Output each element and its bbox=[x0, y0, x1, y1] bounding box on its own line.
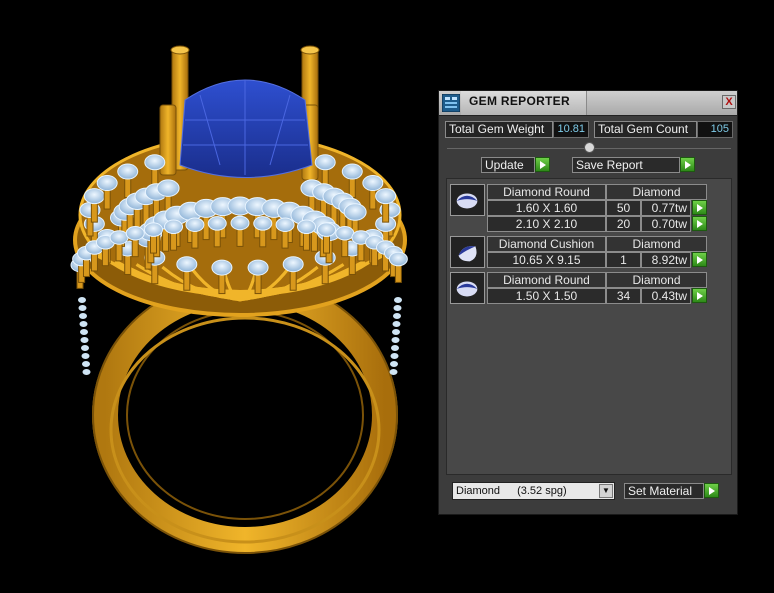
pave-diamond bbox=[79, 313, 87, 319]
gem-size: 1.60 X 1.60 bbox=[487, 200, 606, 216]
panel-title: GEM REPORTER bbox=[469, 94, 570, 108]
gem-type: Diamond Cushion bbox=[487, 236, 606, 252]
play-arrow-icon[interactable] bbox=[535, 157, 550, 172]
halo-diamond bbox=[207, 216, 227, 231]
gem-weight: 0.77tw bbox=[641, 200, 691, 216]
halo-diamond bbox=[185, 217, 205, 232]
set-material-button[interactable]: Set Material bbox=[624, 483, 704, 499]
pave-diamond bbox=[82, 361, 90, 367]
halo-diamond bbox=[156, 179, 180, 197]
gem-size: 10.65 X 9.15 bbox=[487, 252, 606, 268]
pave-diamond bbox=[80, 329, 88, 335]
halo-diamond bbox=[211, 259, 233, 276]
play-arrow-icon[interactable] bbox=[704, 483, 719, 498]
halo-diamond bbox=[375, 188, 397, 205]
close-icon[interactable]: X bbox=[722, 95, 736, 109]
center-stone bbox=[179, 79, 313, 178]
pave-diamond bbox=[82, 369, 91, 375]
ring-3d-viewport[interactable] bbox=[0, 0, 436, 593]
halo-diamond bbox=[117, 163, 139, 180]
diamond-cushion-thumbnail-icon bbox=[450, 236, 485, 268]
pave-diamond bbox=[79, 321, 88, 327]
halo-diamond bbox=[109, 230, 129, 245]
gem-type: Diamond Round bbox=[487, 184, 606, 200]
gem-size: 1.50 X 1.50 bbox=[487, 288, 606, 304]
gem-list[interactable]: Diamond Round Diamond 1.60 X 1.60 50 0.7… bbox=[446, 178, 732, 475]
halo-diamond bbox=[388, 251, 408, 267]
total-gem-count-label: Total Gem Count bbox=[594, 121, 697, 138]
pave-diamond bbox=[81, 353, 90, 359]
halo-diamond bbox=[253, 216, 273, 231]
halo-diamond bbox=[296, 219, 316, 235]
pave-diamond bbox=[393, 313, 401, 319]
halo-diamond bbox=[164, 219, 184, 235]
gem-weight: 0.70tw bbox=[641, 216, 691, 232]
halo-diamond bbox=[83, 188, 105, 205]
ring-shank bbox=[92, 276, 398, 554]
halo-diamond bbox=[317, 222, 337, 237]
play-arrow-icon[interactable] bbox=[692, 252, 707, 267]
pave-diamond bbox=[394, 297, 402, 303]
pave-diamond bbox=[391, 345, 399, 351]
pave-diamond bbox=[80, 337, 89, 343]
update-button[interactable]: Update bbox=[481, 157, 535, 173]
halo-diamond bbox=[282, 256, 304, 273]
pave-diamond bbox=[392, 321, 401, 327]
gem-size: 2.10 X 2.10 bbox=[487, 216, 606, 232]
gem-material: Diamond bbox=[606, 236, 707, 252]
save-report-button[interactable]: Save Report bbox=[572, 157, 680, 173]
gem-weight: 0.43tw bbox=[641, 288, 691, 304]
pave-diamond bbox=[390, 353, 399, 359]
halo-diamond bbox=[362, 175, 384, 192]
material-select[interactable]: Diamond (3.52 spg) ▼ bbox=[452, 482, 615, 500]
material-select-spg: (3.52 spg) bbox=[517, 485, 567, 497]
halo-diamond bbox=[343, 203, 367, 221]
gem-type: Diamond Round bbox=[487, 272, 606, 288]
halo-diamond bbox=[143, 222, 163, 237]
diamond-round-thumbnail-icon bbox=[450, 272, 485, 304]
play-arrow-icon[interactable] bbox=[692, 288, 707, 303]
diamond-round-thumbnail-icon bbox=[450, 184, 485, 216]
gem-reporter-icon bbox=[442, 94, 460, 112]
pave-diamond bbox=[81, 345, 89, 351]
halo-diamond bbox=[176, 256, 198, 273]
gem-count: 50 bbox=[606, 200, 641, 216]
chevron-down-icon[interactable]: ▼ bbox=[599, 484, 613, 498]
halo-diamond bbox=[341, 163, 363, 180]
gem-count: 20 bbox=[606, 216, 641, 232]
total-gem-weight-label: Total Gem Weight bbox=[445, 121, 553, 138]
slider-knob-icon[interactable] bbox=[584, 142, 595, 153]
pave-diamond bbox=[391, 337, 400, 343]
halo-diamond bbox=[247, 259, 269, 276]
gem-material: Diamond bbox=[606, 184, 707, 200]
halo-diamond bbox=[314, 154, 336, 171]
halo-diamond bbox=[144, 154, 166, 171]
play-arrow-icon[interactable] bbox=[692, 200, 707, 215]
gem-material: Diamond bbox=[606, 272, 707, 288]
pave-diamond bbox=[78, 297, 86, 303]
gem-count: 34 bbox=[606, 288, 641, 304]
gem-reporter-panel: GEM REPORTER X Total Gem Weight 10.81 To… bbox=[438, 90, 738, 515]
pave-diamond bbox=[390, 361, 398, 367]
halo-diamond bbox=[96, 175, 118, 192]
halo-diamond bbox=[125, 226, 145, 241]
gem-weight: 8.92tw bbox=[641, 252, 691, 268]
gem-count: 1 bbox=[606, 252, 641, 268]
pave-diamond bbox=[393, 305, 402, 311]
halo-diamond bbox=[275, 217, 295, 232]
material-select-value: Diamond bbox=[456, 485, 501, 497]
pave-diamond bbox=[78, 305, 87, 311]
play-arrow-icon[interactable] bbox=[680, 157, 695, 172]
pave-diamond bbox=[389, 369, 398, 375]
halo-diamond bbox=[230, 215, 250, 231]
play-arrow-icon[interactable] bbox=[692, 216, 707, 231]
panel-titlebar[interactable]: GEM REPORTER X bbox=[439, 91, 737, 116]
halo-diamond bbox=[335, 226, 355, 241]
pave-diamond bbox=[392, 329, 400, 335]
total-gem-weight-value: 10.81 bbox=[553, 121, 589, 138]
total-gem-count-value: 105 bbox=[697, 121, 733, 138]
